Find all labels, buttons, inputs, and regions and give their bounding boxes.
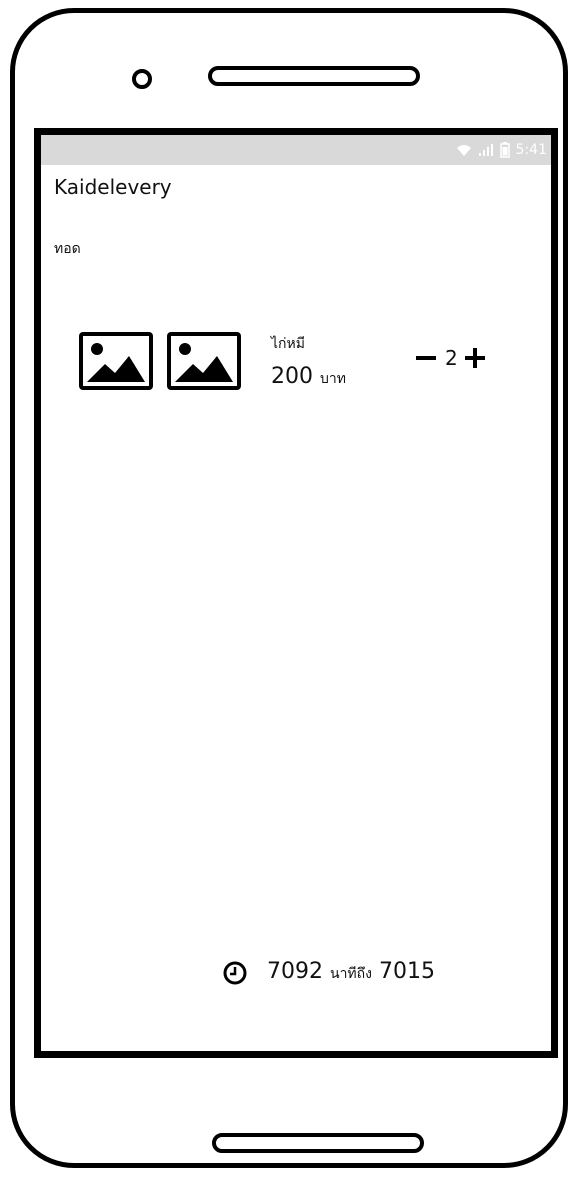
camera-icon: [132, 69, 152, 89]
category-label[interactable]: ทอด: [54, 238, 81, 260]
clock-icon: [223, 961, 247, 985]
item-price-currency: บาท: [320, 371, 346, 387]
speaker-slot: [208, 66, 420, 86]
food-image-2[interactable]: [167, 332, 241, 390]
app-title: Kaidelevery: [54, 175, 172, 199]
status-icons: 5:41: [456, 141, 547, 159]
item-price: 200 บาท: [271, 364, 346, 390]
minus-icon[interactable]: [414, 345, 440, 371]
food-image-1[interactable]: [79, 332, 153, 390]
status-time: 5:41: [515, 142, 547, 158]
quantity-value: 2: [445, 346, 458, 370]
plus-icon[interactable]: [463, 345, 489, 371]
image-placeholder-icon: [87, 343, 145, 382]
battery-icon: [499, 142, 510, 158]
eta-to: 7015: [378, 959, 435, 984]
status-bar: 5:41: [41, 135, 551, 165]
signal-icon: [478, 144, 493, 156]
delivery-eta: 7092 นาทีถึง 7015: [267, 959, 435, 985]
eta-from: 7092: [267, 959, 323, 984]
item-price-value: 200: [271, 364, 313, 389]
image-placeholder-icon: [175, 343, 233, 382]
item-name: ไก่หมี: [271, 336, 305, 352]
phone-screen: 5:41 Kaidelevery ทอด ไก่หมี 200 บาท 2 70…: [34, 128, 558, 1058]
home-button[interactable]: [212, 1133, 424, 1153]
wifi-icon: [456, 145, 471, 156]
eta-separator: นาทีถึง: [330, 966, 372, 982]
